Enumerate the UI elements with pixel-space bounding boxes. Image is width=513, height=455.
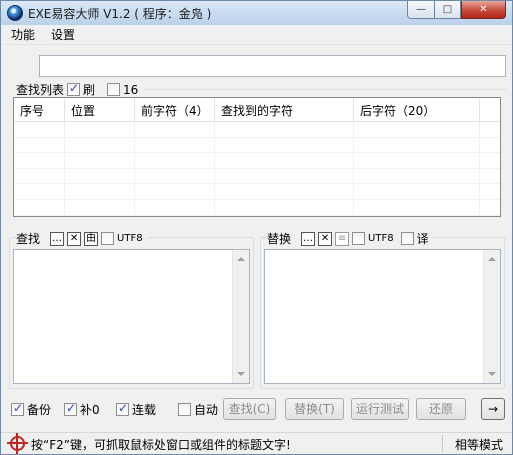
- backup-label: 备份: [27, 403, 52, 417]
- caption-buttons: — □ ✕: [407, 1, 506, 19]
- menu-function[interactable]: 功能: [9, 26, 37, 43]
- column-header-suffix[interactable]: 后字符（20）: [354, 98, 480, 121]
- chain-option[interactable]: 连载: [116, 401, 156, 418]
- table-body: [14, 122, 500, 216]
- refresh-label: 刷: [83, 83, 96, 97]
- table-row: [14, 168, 500, 185]
- status-hint: 按“F2”键，可抓取鼠标处窗口或组件的标题文字!: [31, 438, 291, 452]
- column-header-found[interactable]: 查找到的字符: [215, 98, 354, 121]
- find-text-area[interactable]: [13, 249, 250, 384]
- pad-zero-checkbox[interactable]: [64, 401, 77, 416]
- target-path-input[interactable]: [39, 55, 506, 77]
- column-header-position[interactable]: 位置: [65, 98, 135, 121]
- menu-bar: 功能 设置: [1, 25, 512, 45]
- replace-more-button[interactable]: …: [301, 231, 316, 246]
- minimize-button[interactable]: —: [407, 1, 434, 19]
- refresh-checkbox[interactable]: [67, 81, 81, 96]
- table-header: 序号 位置 前字符（4） 查找到的字符 后字符（20）: [14, 98, 500, 122]
- hex-label: 16: [123, 82, 139, 97]
- column-header-prefix[interactable]: 前字符（4）: [135, 98, 215, 121]
- find-clear-button[interactable]: ✕: [67, 231, 82, 246]
- group-divider: [145, 89, 506, 90]
- results-table[interactable]: 序号 位置 前字符（4） 查找到的字符 后字符（20）: [13, 97, 501, 217]
- run-test-button[interactable]: 运行测试: [351, 398, 409, 420]
- table-row: [14, 122, 500, 138]
- auto-checkbox[interactable]: [178, 403, 191, 416]
- close-button[interactable]: ✕: [461, 1, 506, 19]
- title-bar[interactable]: EXE易容大师 V1.2 ( 程序：金凫 ) — □ ✕: [1, 1, 512, 25]
- auto-option[interactable]: 自动: [178, 401, 218, 418]
- find-utf8-label: UTF8: [117, 233, 143, 244]
- replace-clear-button[interactable]: ✕: [318, 231, 333, 246]
- find-label: 查找: [16, 232, 41, 246]
- find-button[interactable]: 查找(C): [223, 398, 276, 420]
- replace-utf8-checkbox[interactable]: [352, 232, 366, 245]
- menu-settings[interactable]: 设置: [49, 26, 77, 43]
- search-list-header: 查找列表 刷 16: [16, 81, 138, 98]
- scroll-up-icon[interactable]: [488, 257, 496, 261]
- find-scrollbar[interactable]: [232, 250, 249, 383]
- table-row: [14, 184, 500, 200]
- chain-checkbox[interactable]: [116, 401, 129, 416]
- pad-zero-option[interactable]: 补0: [64, 401, 100, 418]
- next-arrow-button[interactable]: →: [481, 398, 505, 420]
- crosshair-icon[interactable]: [7, 433, 28, 454]
- table-row: [14, 153, 500, 169]
- find-more-button[interactable]: …: [50, 231, 65, 246]
- find-utf8-checkbox[interactable]: [101, 232, 115, 245]
- backup-option[interactable]: 备份: [11, 401, 51, 418]
- main-window: EXE易容大师 V1.2 ( 程序：金凫 ) — □ ✕ 功能 设置 查找列表 …: [0, 0, 513, 455]
- replace-panel-header: 替换 … ✕ ≡ UTF8 译: [267, 230, 433, 247]
- replace-button[interactable]: 替换(T): [285, 398, 344, 420]
- backup-checkbox[interactable]: [11, 401, 24, 416]
- scroll-down-icon[interactable]: [488, 372, 496, 376]
- maximize-button[interactable]: □: [434, 1, 461, 19]
- replace-label: 替换: [267, 232, 292, 246]
- restore-button[interactable]: 还原: [416, 398, 466, 420]
- window-title: EXE易容大师 V1.2 ( 程序：金凫 ): [28, 7, 212, 21]
- hex-checkbox[interactable]: [107, 83, 121, 96]
- table-row: [14, 137, 500, 154]
- column-header-index[interactable]: 序号: [14, 98, 65, 121]
- scroll-up-icon[interactable]: [237, 257, 245, 261]
- status-bar: 按“F2”键，可抓取鼠标处窗口或组件的标题文字! 相等模式: [1, 432, 512, 454]
- auto-label: 自动: [194, 403, 219, 417]
- replace-utf8-label: UTF8: [368, 233, 394, 244]
- chain-label: 连载: [132, 403, 157, 417]
- scroll-down-icon[interactable]: [237, 372, 245, 376]
- find-panel-header: 查找 … ✕ 由 UTF8: [16, 230, 147, 247]
- status-separator: [442, 435, 443, 452]
- app-icon: [7, 5, 23, 21]
- pad-zero-label: 补0: [80, 403, 100, 417]
- replace-eq-button[interactable]: ≡: [335, 231, 350, 246]
- find-char-button[interactable]: 由: [84, 231, 99, 246]
- table-row: [14, 199, 500, 216]
- translate-label: 译: [416, 232, 429, 246]
- search-list-label: 查找列表: [16, 83, 65, 97]
- status-mode: 相等模式: [455, 438, 504, 452]
- replace-scrollbar[interactable]: [483, 250, 500, 383]
- translate-checkbox[interactable]: [400, 232, 414, 245]
- replace-text-area[interactable]: [264, 249, 501, 384]
